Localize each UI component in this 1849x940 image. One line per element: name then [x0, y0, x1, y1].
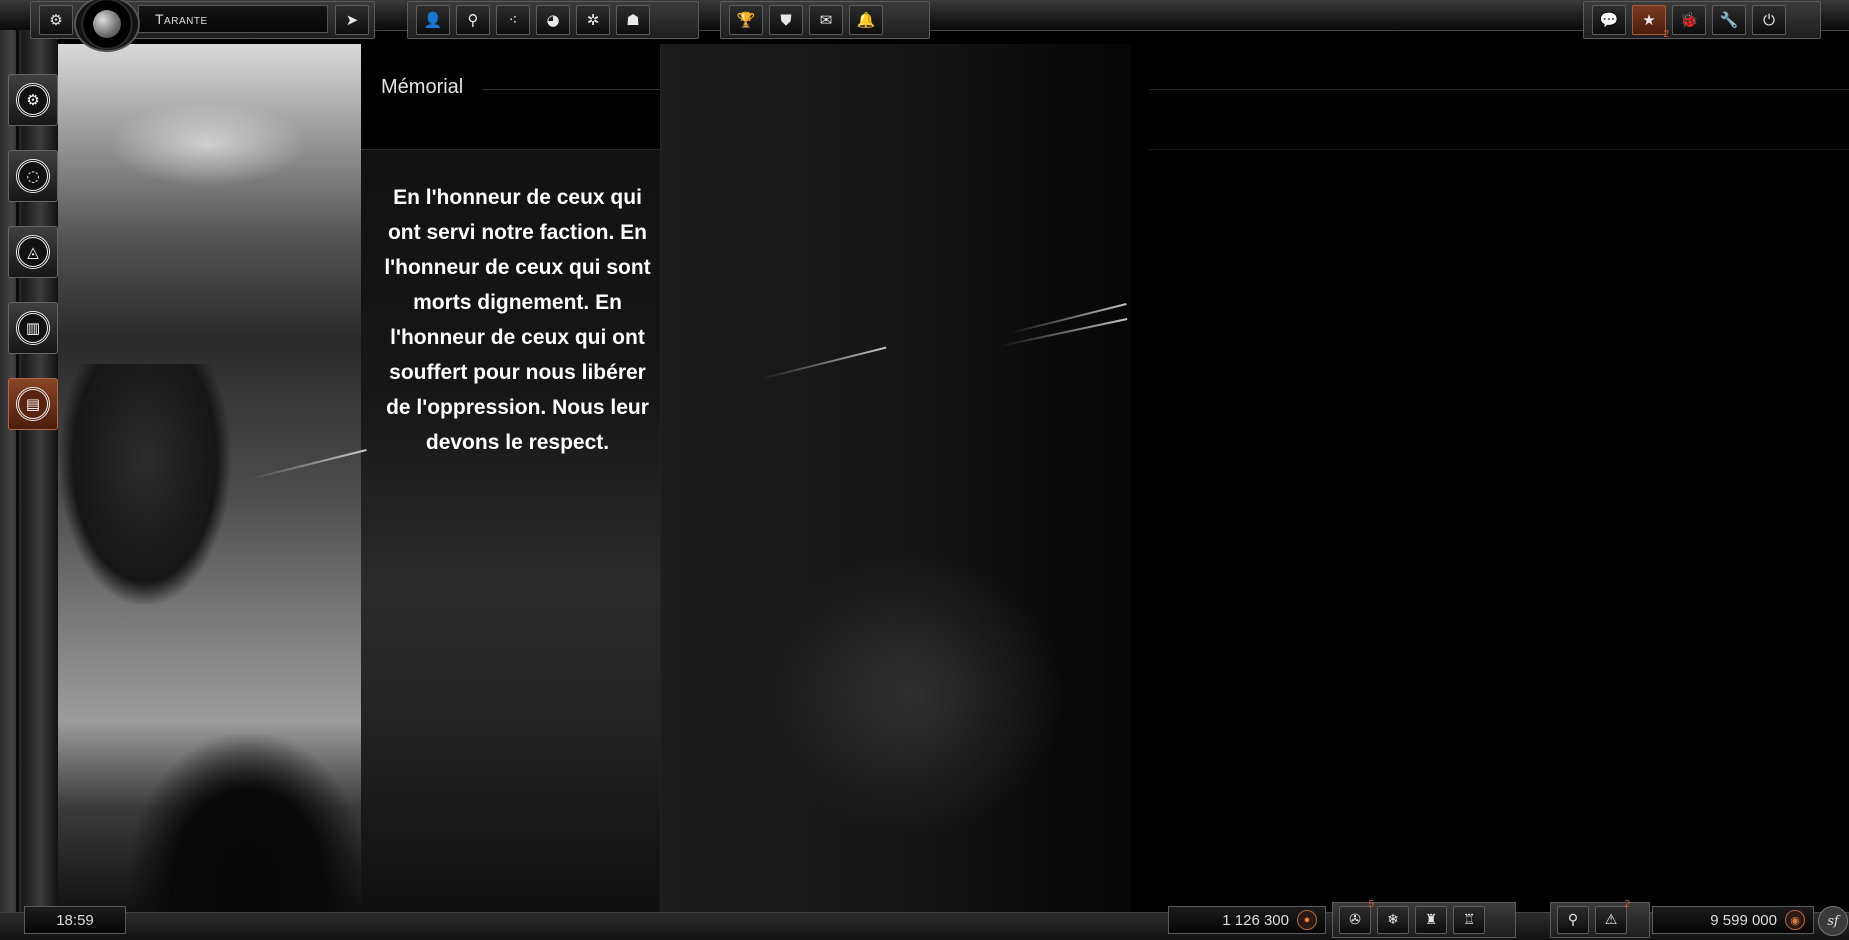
credits-display: 1 126 300 ●: [1168, 906, 1326, 934]
utility-nav: 💬 ★ 2 🐞 🔧 ⏻: [1583, 1, 1821, 40]
planet-icon: [93, 10, 121, 38]
tower-icon: ♜: [1424, 912, 1438, 928]
power-icon: ⏻: [1763, 11, 1775, 29]
sidebar-item-faction[interactable]: ⚙: [8, 74, 58, 126]
faction-button[interactable]: ✲: [576, 5, 610, 35]
bug-report-button[interactable]: 🐞: [1672, 5, 1706, 35]
tower-button[interactable]: ♜: [1415, 906, 1447, 934]
mail-icon: ✉: [819, 11, 833, 29]
tower-alt-icon: ♖: [1462, 912, 1476, 928]
trophy-icon: 🏆: [736, 11, 756, 29]
notifications-button[interactable]: 🔔: [849, 5, 883, 35]
sidebar-item-barrier[interactable]: ▥: [8, 302, 58, 354]
fleet-toolbar: ⚲ ⚠ 2: [1550, 899, 1650, 938]
resource-toolbar: ✇ 5 ❄ ♜ ♖: [1332, 899, 1516, 938]
server-clock: 18:59: [24, 906, 126, 934]
fleet-icon: ⚲: [467, 11, 479, 29]
chat-icon: 💬: [1599, 11, 1619, 29]
radiation-icon: ✇: [1349, 912, 1361, 928]
faction-emblem-icon: ⚙: [16, 83, 50, 117]
sidebar-item-memorial[interactable]: ▤: [8, 378, 58, 430]
sidebar-item-ring[interactable]: ◌: [8, 150, 58, 202]
settings-button[interactable]: ⚙: [39, 5, 73, 35]
gear-icon: ⚙: [49, 11, 63, 29]
title-divider: [482, 89, 661, 90]
fleet-alert-button[interactable]: ⚠ 2: [1595, 899, 1630, 934]
banner-icon: ⛊: [780, 11, 792, 29]
wrench-icon: 🔧: [1719, 11, 1739, 29]
galaxy-map-icon: ⁖: [508, 11, 518, 29]
tower-alt-button[interactable]: ♖: [1453, 906, 1485, 934]
banner-button[interactable]: ⛊: [769, 5, 803, 35]
population-icon: ◉: [1785, 910, 1805, 930]
ranking-icon: ☗: [626, 11, 640, 29]
population-value: 9 599 000: [1710, 911, 1777, 929]
main-nav: 👤 ⚲ ⁖ ◕ ✲ ☗: [407, 1, 699, 39]
ring-emblem-icon: ◌: [16, 159, 50, 193]
arrow-right-icon: ➤: [345, 11, 359, 29]
fleet-alert-icon: ⚠: [1604, 912, 1618, 928]
go-button[interactable]: ➤: [335, 5, 369, 35]
favorites-button[interactable]: ★ 2: [1632, 5, 1669, 40]
fleet-button[interactable]: ⚲: [456, 5, 490, 35]
eye-emblem-icon: ◬: [16, 235, 50, 269]
title-divider: [1149, 89, 1849, 90]
research-icon: ◕: [546, 11, 560, 29]
mail-button[interactable]: ✉: [809, 5, 843, 35]
background-art-left: [58, 44, 361, 912]
planet-name-field[interactable]: Tarante: [138, 5, 328, 33]
population-display: 9 599 000 ◉: [1652, 906, 1814, 934]
research-button[interactable]: ◕: [536, 5, 570, 35]
profile-icon: 👤: [423, 11, 443, 29]
snowflake-icon: ❄: [1387, 912, 1399, 928]
game-logo[interactable]: sf: [1818, 906, 1848, 936]
soldiers-illustration: [128, 734, 361, 912]
trophy-button[interactable]: 🏆: [729, 5, 763, 35]
ranking-button[interactable]: ☗: [616, 5, 650, 35]
header-divider: [1149, 149, 1849, 150]
social-nav: 🏆 ⛊ ✉ 🔔: [720, 1, 930, 39]
barrier-emblem-icon: ▥: [16, 311, 50, 345]
background-art-middle: [361, 44, 661, 912]
profile-button[interactable]: 👤: [416, 5, 450, 35]
fleet-status-button[interactable]: ⚲: [1557, 906, 1589, 934]
memorial-emblem-icon: ▤: [16, 387, 50, 421]
galaxy-map-button[interactable]: ⁖: [496, 5, 530, 35]
star-icon: ★: [1642, 11, 1656, 29]
page-title: Mémorial: [381, 76, 464, 98]
panel-divider: [660, 44, 661, 912]
bug-icon: 🐞: [1679, 11, 1699, 29]
chat-button[interactable]: 💬: [1592, 5, 1626, 35]
credits-icon: ●: [1297, 910, 1317, 930]
credits-value: 1 126 300: [1222, 911, 1289, 929]
fleet-icon: ⚲: [1567, 912, 1579, 928]
logout-button[interactable]: ⏻: [1752, 5, 1786, 35]
fleet-alert-badge: 2: [1624, 899, 1630, 910]
favorites-badge: 2: [1663, 29, 1669, 40]
bell-icon: 🔔: [856, 11, 876, 29]
background-art-right: [661, 44, 1131, 912]
faction-icon: ✲: [586, 11, 600, 29]
snowflake-button[interactable]: ❄: [1377, 906, 1409, 934]
memorial-inscription: En l'honneur de ceux qui ont servi notre…: [384, 186, 651, 454]
radiation-button[interactable]: ✇ 5: [1339, 899, 1374, 934]
tools-button[interactable]: 🔧: [1712, 5, 1746, 35]
spaceship-illustration: [60, 364, 230, 604]
sidebar-item-eye[interactable]: ◬: [8, 226, 58, 278]
radiation-badge: 5: [1368, 899, 1374, 910]
